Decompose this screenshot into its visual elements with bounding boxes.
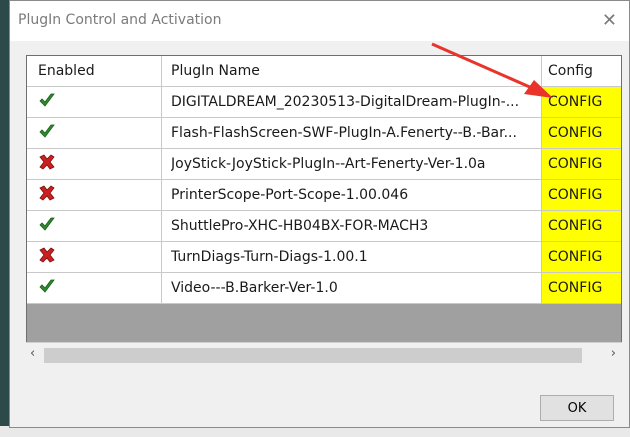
enabled-cell[interactable]: [27, 273, 162, 304]
config-button[interactable]: CONFIG: [542, 118, 621, 149]
plugin-name: TurnDiags-Turn-Diags-1.00.1: [171, 249, 368, 265]
column-header-config[interactable]: Config: [542, 56, 621, 87]
table-row[interactable]: DIGITALDREAM_20230513-DigitalDream-PlugI…: [27, 87, 621, 118]
config-button[interactable]: CONFIG: [542, 87, 621, 118]
plugin-name-cell: TurnDiags-Turn-Diags-1.00.1: [162, 242, 542, 273]
config-button[interactable]: CONFIG: [542, 211, 621, 242]
plugin-name-cell: DIGITALDREAM_20230513-DigitalDream-PlugI…: [162, 87, 542, 118]
window-title: PlugIn Control and Activation: [18, 12, 222, 28]
enabled-cell[interactable]: [27, 118, 162, 149]
enabled-cell[interactable]: [27, 149, 162, 180]
table-row[interactable]: Video---B.Barker-Ver-1.0 CONFIG: [27, 273, 621, 304]
plugin-name-cell: ShuttlePro-XHC-HB04BX-FOR-MACH3: [162, 211, 542, 242]
check-icon[interactable]: [38, 123, 56, 143]
config-button[interactable]: CONFIG: [542, 273, 621, 304]
enabled-cell[interactable]: [27, 211, 162, 242]
check-icon[interactable]: [38, 216, 56, 236]
plugin-name: ShuttlePro-XHC-HB04BX-FOR-MACH3: [171, 218, 429, 234]
enabled-cell[interactable]: [27, 180, 162, 211]
table-header: Enabled PlugIn Name Config: [27, 56, 621, 88]
table-row[interactable]: ShuttlePro-XHC-HB04BX-FOR-MACH3 CONFIG: [27, 211, 621, 242]
table-row[interactable]: TurnDiags-Turn-Diags-1.00.1 CONFIG: [27, 242, 621, 273]
cross-icon[interactable]: [38, 247, 56, 267]
enabled-cell[interactable]: [27, 242, 162, 273]
plugin-name-cell: Flash-FlashScreen-SWF-PlugIn-A.Fenerty--…: [162, 118, 542, 149]
table-row[interactable]: Flash-FlashScreen-SWF-PlugIn-A.Fenerty--…: [27, 118, 621, 149]
scrollbar-thumb[interactable]: [44, 348, 582, 363]
table-row[interactable]: JoyStick-JoyStick-PlugIn--Art-Fenerty-Ve…: [27, 149, 621, 180]
ok-button[interactable]: OK: [540, 395, 614, 421]
table-row[interactable]: PrinterScope-Port-Scope-1.00.046 CONFIG: [27, 180, 621, 211]
horizontal-scrollbar[interactable]: ‹ ›: [26, 342, 622, 368]
cross-icon[interactable]: [38, 154, 56, 174]
close-icon[interactable]: ✕: [602, 10, 617, 31]
plugin-name: PrinterScope-Port-Scope-1.00.046: [171, 187, 409, 203]
plugin-name-cell: PrinterScope-Port-Scope-1.00.046: [162, 180, 542, 211]
plugin-name: JoyStick-JoyStick-PlugIn--Art-Fenerty-Ve…: [171, 156, 486, 172]
plugin-table: Enabled PlugIn Name Config DIGITALDREAM_…: [26, 55, 622, 368]
column-header-plugin-name[interactable]: PlugIn Name: [162, 56, 542, 87]
config-button[interactable]: CONFIG: [542, 242, 621, 273]
plugin-dialog: PlugIn Control and Activation ✕ Enabled …: [9, 0, 630, 428]
enabled-cell[interactable]: [27, 87, 162, 118]
cross-icon[interactable]: [38, 185, 56, 205]
config-button[interactable]: CONFIG: [542, 180, 621, 211]
plugin-name: Video---B.Barker-Ver-1.0: [171, 280, 338, 296]
column-header-enabled[interactable]: Enabled: [27, 56, 162, 87]
chevron-left-icon[interactable]: ‹: [30, 346, 35, 361]
title-bar: PlugIn Control and Activation ✕: [10, 1, 629, 41]
config-button[interactable]: CONFIG: [542, 149, 621, 180]
check-icon[interactable]: [38, 92, 56, 112]
plugin-name-cell: JoyStick-JoyStick-PlugIn--Art-Fenerty-Ve…: [162, 149, 542, 180]
plugin-name: DIGITALDREAM_20230513-DigitalDream-PlugI…: [171, 94, 520, 110]
check-icon[interactable]: [38, 278, 56, 298]
plugin-name: Flash-FlashScreen-SWF-PlugIn-A.Fenerty--…: [171, 125, 517, 141]
chevron-right-icon[interactable]: ›: [611, 346, 616, 361]
plugin-name-cell: Video---B.Barker-Ver-1.0: [162, 273, 542, 304]
